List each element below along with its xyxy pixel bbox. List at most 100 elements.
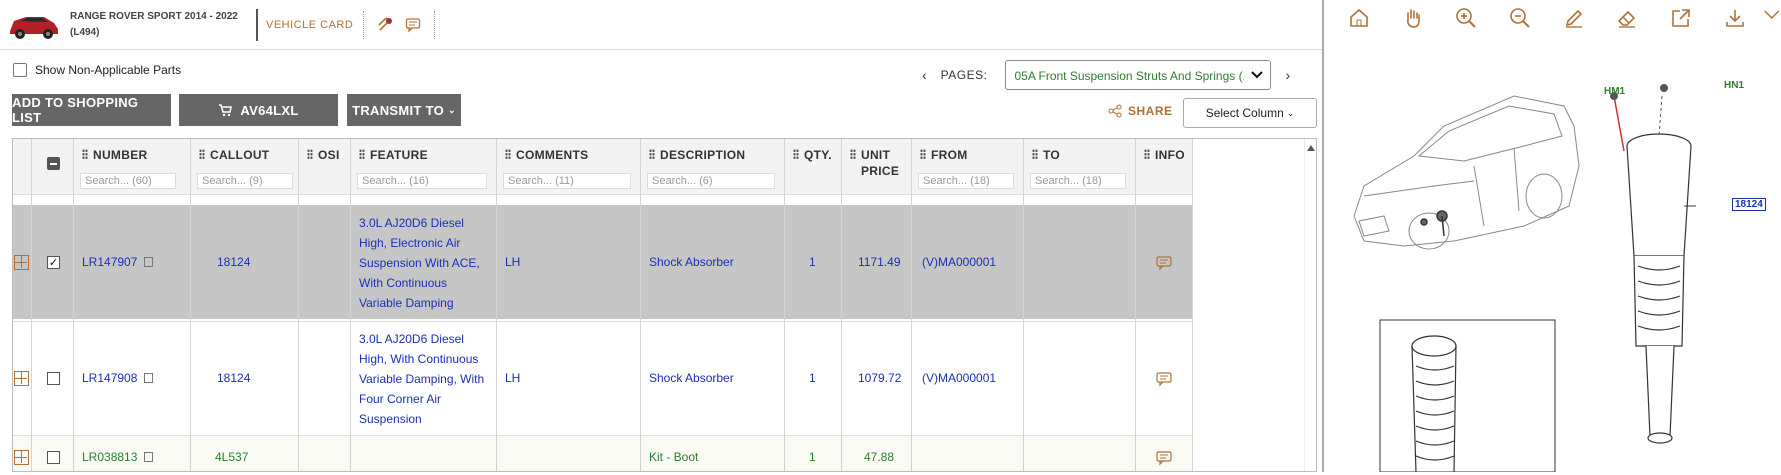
unit-price: 47.88 bbox=[864, 447, 894, 467]
callout[interactable]: 18124 bbox=[217, 368, 250, 388]
parts-table: NUMBER CALLOUT OSI FEATURE COMMENTS DESC… bbox=[12, 138, 1317, 472]
expand-row-icon[interactable] bbox=[14, 371, 29, 386]
search-callout-input[interactable]: Search... (9) bbox=[197, 173, 293, 189]
info-comment-icon[interactable] bbox=[1156, 372, 1172, 390]
vehicle-card-link[interactable]: VEHICLE CARD bbox=[266, 19, 353, 31]
search-to-input[interactable]: Search... (18) bbox=[1030, 173, 1126, 189]
column-header-description[interactable]: DESCRIPTION bbox=[649, 147, 745, 163]
column-header-osi[interactable]: OSI bbox=[307, 147, 340, 163]
part-number[interactable]: LR147907 bbox=[82, 252, 137, 272]
expand-row-icon[interactable] bbox=[14, 255, 29, 270]
search-comments-input[interactable]: Search... (11) bbox=[503, 173, 631, 189]
vehicle-model-name: RANGE ROVER SPORT 2014 - 2022 bbox=[70, 9, 250, 25]
expand-icon[interactable] bbox=[1762, 0, 1781, 36]
page-select[interactable]: 05A Front Suspension Struts And Springs … bbox=[1005, 60, 1271, 90]
search-number-input[interactable]: Search... (60) bbox=[80, 173, 176, 189]
feature: 3.0L AJ20D6 DieselHigh, With ContinuousV… bbox=[359, 329, 484, 429]
vehicle-thumbnail bbox=[6, 7, 62, 43]
diagram-toolbar bbox=[1324, 0, 1781, 36]
divider bbox=[256, 9, 258, 41]
quantity: 1 bbox=[809, 368, 816, 388]
column-header-from[interactable]: FROM bbox=[920, 147, 968, 163]
home-icon[interactable] bbox=[1332, 0, 1386, 36]
info-comment-icon[interactable] bbox=[1156, 451, 1172, 469]
chevron-down-icon: ⌄ bbox=[1287, 108, 1295, 119]
feature: 3.0L AJ20D6 DieselHigh, Electronic AirSu… bbox=[359, 213, 480, 313]
vehicle-model: RANGE ROVER SPORT 2014 - 2022 (L494) bbox=[70, 9, 250, 41]
transmit-label: TRANSMIT TO bbox=[352, 103, 444, 118]
table-scrollbar[interactable] bbox=[1304, 139, 1316, 472]
part-number[interactable]: LR147908 bbox=[82, 368, 137, 388]
divider bbox=[434, 11, 435, 39]
callout-label-hm1[interactable]: HM1 bbox=[1604, 86, 1625, 97]
column-divider bbox=[299, 139, 351, 472]
next-page-chevron-icon[interactable]: › bbox=[1285, 67, 1290, 83]
pencil-icon[interactable] bbox=[1547, 0, 1601, 36]
column-header-comments[interactable]: COMMENTS bbox=[505, 147, 588, 163]
copy-icon[interactable] bbox=[144, 257, 153, 267]
column-header-number[interactable]: NUMBER bbox=[82, 147, 147, 163]
row-checkbox[interactable] bbox=[47, 372, 60, 385]
share-button[interactable]: SHARE bbox=[1108, 104, 1173, 118]
part-number[interactable]: LR038813 bbox=[82, 447, 137, 467]
column-header-info[interactable]: INFO bbox=[1144, 147, 1185, 163]
transmit-to-button[interactable]: TRANSMIT TO ⌄ bbox=[347, 94, 461, 126]
comment-icon[interactable] bbox=[402, 14, 424, 36]
zoom-in-icon[interactable] bbox=[1439, 0, 1493, 36]
copy-icon[interactable] bbox=[144, 373, 153, 383]
quantity: 1 bbox=[809, 252, 816, 272]
row-checkbox-checked[interactable]: ✓ bbox=[47, 256, 60, 269]
comments: LH bbox=[505, 252, 520, 272]
column-header-unit-price[interactable]: UNITPRICE bbox=[850, 147, 899, 179]
description: Shock Absorber bbox=[649, 368, 734, 388]
share-label: SHARE bbox=[1128, 104, 1173, 118]
column-header-feature[interactable]: FEATURE bbox=[359, 147, 428, 163]
column-header-callout[interactable]: CALLOUT bbox=[199, 147, 269, 163]
add-to-shopping-list-button[interactable]: ADD TO SHOPPING LIST bbox=[12, 94, 171, 126]
search-description-input[interactable]: Search... (6) bbox=[647, 173, 775, 189]
column-divider bbox=[842, 139, 912, 472]
search-from-input[interactable]: Search... (18) bbox=[918, 173, 1014, 189]
column-header-qty[interactable]: QTY. bbox=[793, 147, 832, 163]
from: (V)MA000001 bbox=[922, 368, 996, 388]
chevron-down-icon[interactable] bbox=[1244, 61, 1270, 89]
select-column-dropdown[interactable]: Select Column ⌄ bbox=[1183, 98, 1317, 128]
callout[interactable]: 18124 bbox=[217, 252, 250, 272]
description: Shock Absorber bbox=[649, 252, 734, 272]
row-checkbox[interactable] bbox=[47, 451, 60, 464]
callout-label-18124[interactable]: 18124 bbox=[1732, 198, 1766, 211]
eraser-icon[interactable] bbox=[1600, 0, 1654, 36]
copy-icon[interactable] bbox=[144, 452, 153, 462]
select-all-checkbox[interactable] bbox=[47, 157, 60, 170]
callout[interactable]: 4L537 bbox=[215, 447, 248, 467]
cart-button[interactable]: AV64LXL bbox=[179, 94, 338, 126]
unit-price: 1079.72 bbox=[858, 368, 901, 388]
open-external-icon[interactable] bbox=[1654, 0, 1708, 36]
download-icon[interactable] bbox=[1708, 0, 1762, 36]
column-header-to[interactable]: TO bbox=[1032, 147, 1060, 163]
column-divider bbox=[1136, 139, 1193, 472]
column-divider bbox=[13, 139, 32, 472]
show-non-applicable-checkbox[interactable] bbox=[13, 63, 27, 77]
select-column-label: Select Column bbox=[1206, 106, 1284, 120]
from: (V)MA000001 bbox=[922, 252, 996, 272]
diagram-panel: HM1 HN1 18124 bbox=[1322, 0, 1781, 472]
zoom-out-icon[interactable] bbox=[1493, 0, 1547, 36]
scroll-up-icon[interactable] bbox=[1307, 145, 1315, 151]
divider bbox=[363, 11, 364, 39]
filter-row: Show Non-Applicable Parts ‹ PAGES: 05A F… bbox=[0, 50, 1322, 90]
share-icon bbox=[1108, 104, 1122, 118]
expand-row-icon[interactable] bbox=[14, 450, 29, 465]
info-comment-icon[interactable] bbox=[1156, 256, 1172, 274]
paperclip-note-icon[interactable] bbox=[374, 14, 396, 36]
vehicle-model-code: (L494) bbox=[70, 25, 250, 41]
search-feature-input[interactable]: Search... (16) bbox=[357, 173, 487, 189]
cart-icon bbox=[218, 104, 232, 117]
column-divider bbox=[32, 139, 74, 472]
pan-hand-icon[interactable] bbox=[1386, 0, 1440, 36]
parts-diagram[interactable]: HM1 HN1 18124 bbox=[1324, 36, 1781, 472]
prev-page-chevron-icon[interactable]: ‹ bbox=[922, 67, 927, 83]
vehicle-header: RANGE ROVER SPORT 2014 - 2022 (L494) VEH… bbox=[0, 0, 1322, 50]
callout-label-hn1[interactable]: HN1 bbox=[1724, 80, 1744, 91]
show-non-applicable-label: Show Non-Applicable Parts bbox=[35, 63, 181, 77]
